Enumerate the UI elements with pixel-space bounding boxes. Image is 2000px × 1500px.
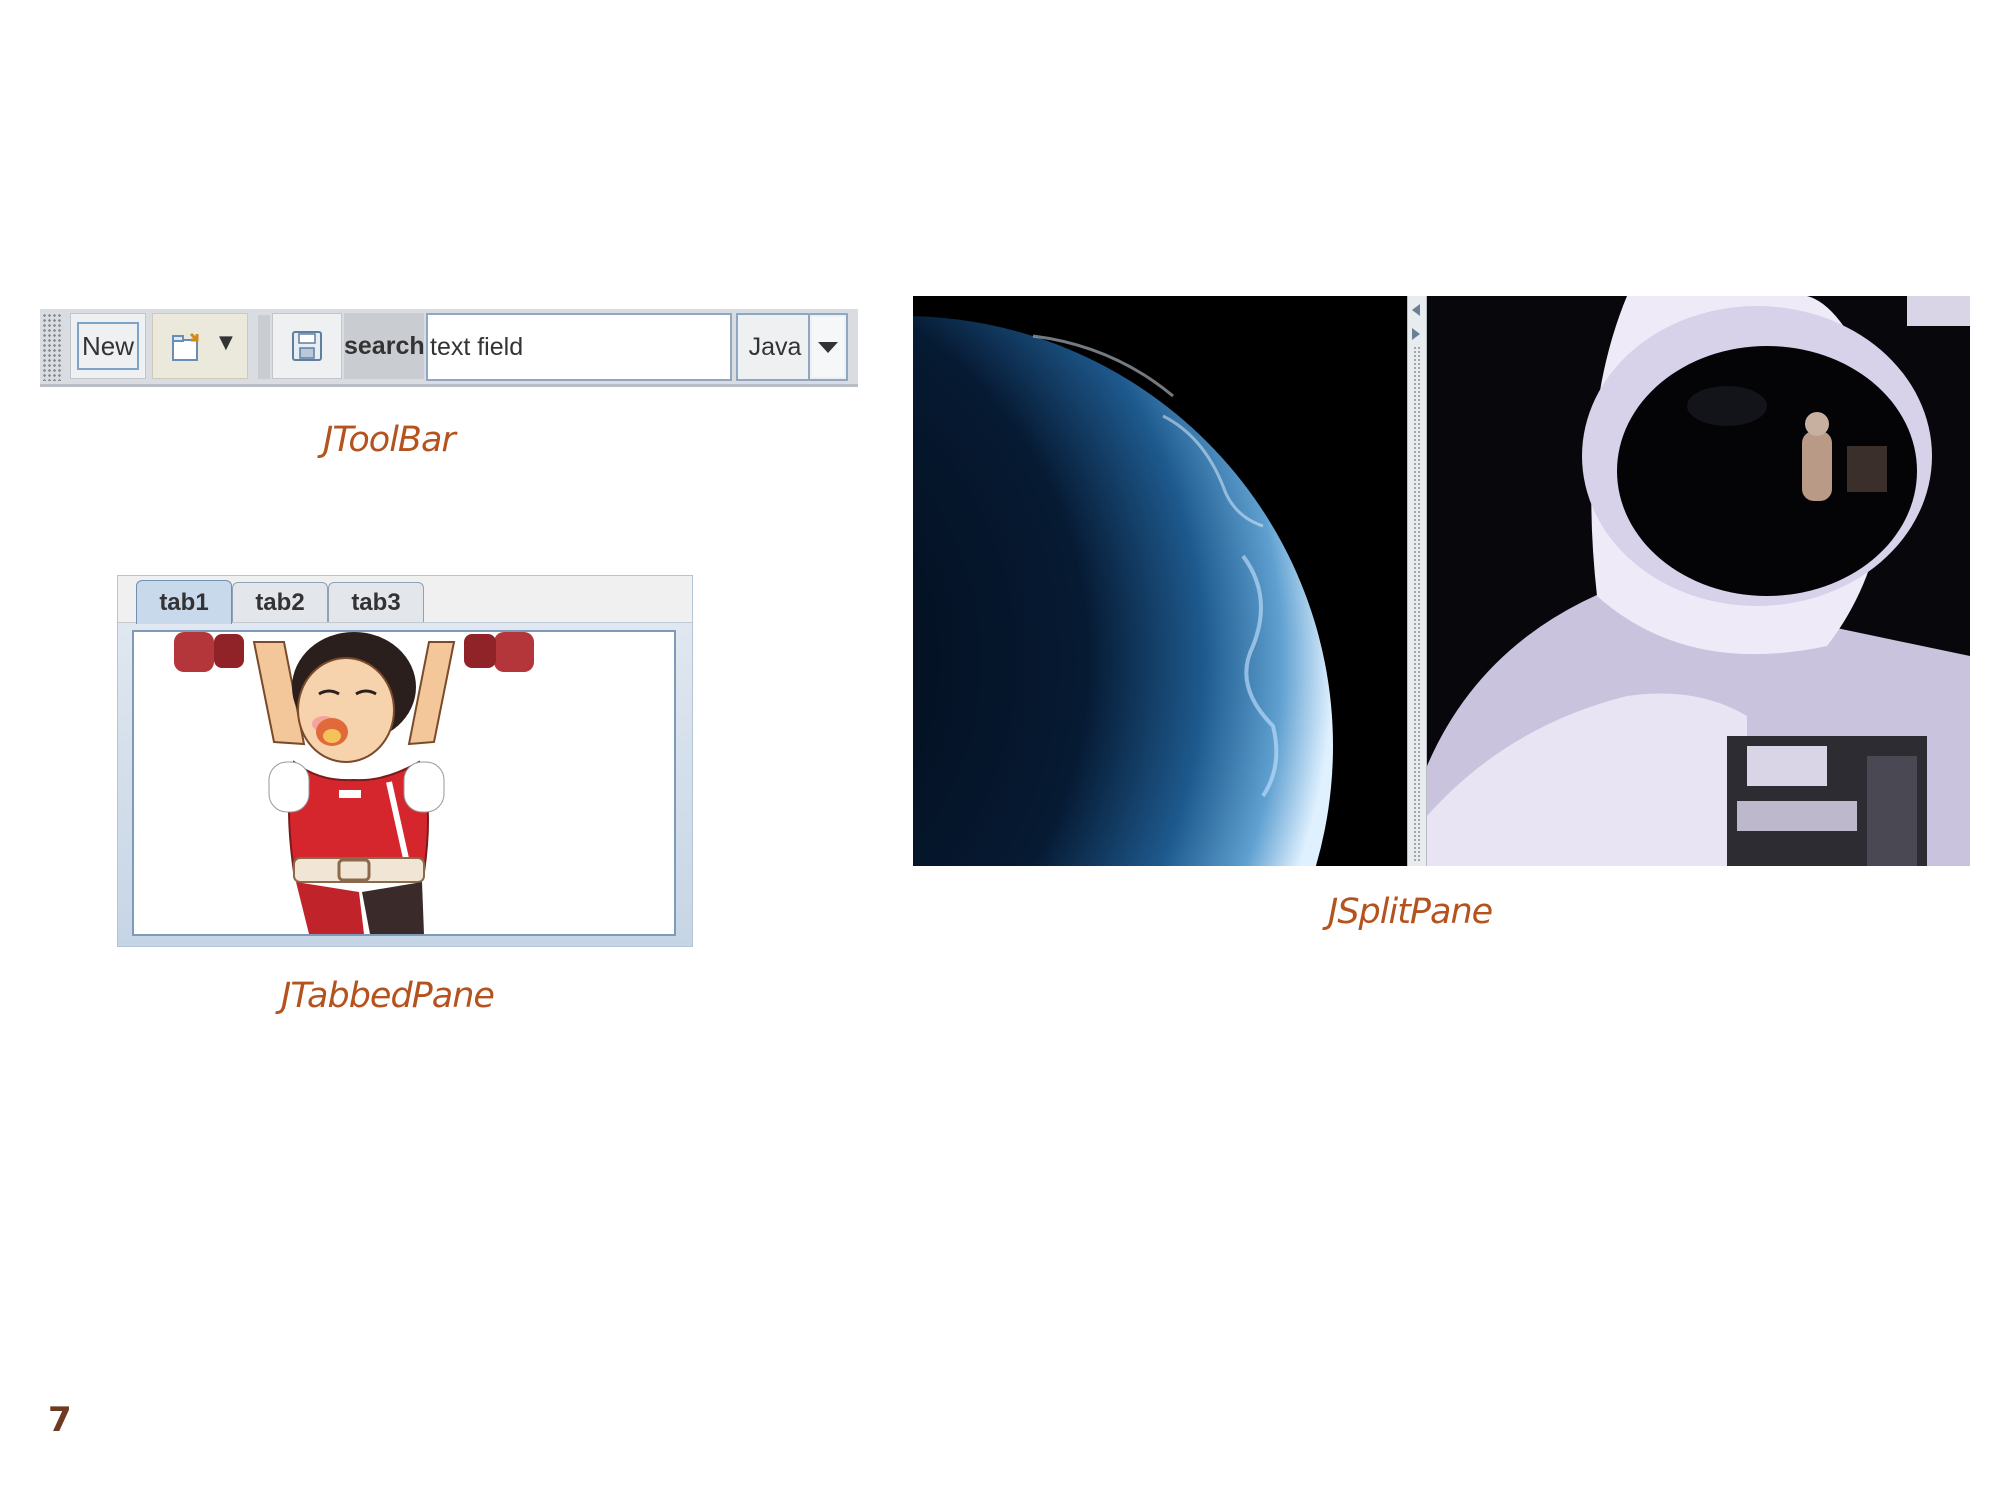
tab-3[interactable]: tab3 bbox=[328, 582, 424, 622]
tabbed-pane-caption: JTabbedPane bbox=[281, 976, 495, 1016]
search-input[interactable]: text field bbox=[426, 313, 732, 381]
astronaut-image bbox=[1427, 296, 1970, 866]
weightlifter-cartoon-image bbox=[134, 632, 674, 934]
floppy-disk-icon bbox=[291, 330, 323, 366]
earth-image bbox=[913, 296, 1407, 866]
open-folder-icon bbox=[171, 332, 205, 366]
combo-selected-value: Java bbox=[742, 315, 810, 379]
new-button-label: New bbox=[77, 322, 139, 370]
new-button[interactable]: New bbox=[70, 313, 146, 379]
tab-content-image bbox=[132, 630, 676, 936]
triangle-down-icon bbox=[818, 342, 838, 353]
split-pane bbox=[913, 296, 1970, 866]
split-left-pane bbox=[913, 296, 1407, 866]
open-dropdown-button[interactable]: ▼ bbox=[152, 313, 248, 379]
language-combo-box[interactable]: Java bbox=[736, 313, 848, 381]
chevron-down-icon: ▼ bbox=[219, 332, 233, 353]
page-number: 7 bbox=[48, 1400, 72, 1440]
toolbar-caption: JToolBar bbox=[323, 420, 456, 460]
toolbar-separator bbox=[258, 315, 270, 379]
search-label: search bbox=[344, 313, 425, 379]
split-divider[interactable] bbox=[1407, 296, 1427, 866]
combo-dropdown-arrow[interactable] bbox=[812, 317, 844, 377]
save-button[interactable] bbox=[272, 313, 342, 379]
tabbed-pane: tab1 tab2 tab3 bbox=[117, 575, 693, 947]
divider-grip bbox=[1413, 346, 1421, 862]
tab-strip: tab1 tab2 tab3 bbox=[118, 576, 692, 624]
divider-arrows-icon[interactable] bbox=[1408, 302, 1426, 342]
split-pane-caption: JSplitPane bbox=[1328, 892, 1493, 932]
toolbar-drag-handle[interactable] bbox=[42, 313, 62, 381]
tab-2[interactable]: tab2 bbox=[232, 582, 328, 622]
split-right-pane bbox=[1427, 296, 1970, 866]
tab-1[interactable]: tab1 bbox=[136, 580, 232, 624]
toolbar: New ▼ search text field Java bbox=[40, 309, 858, 387]
